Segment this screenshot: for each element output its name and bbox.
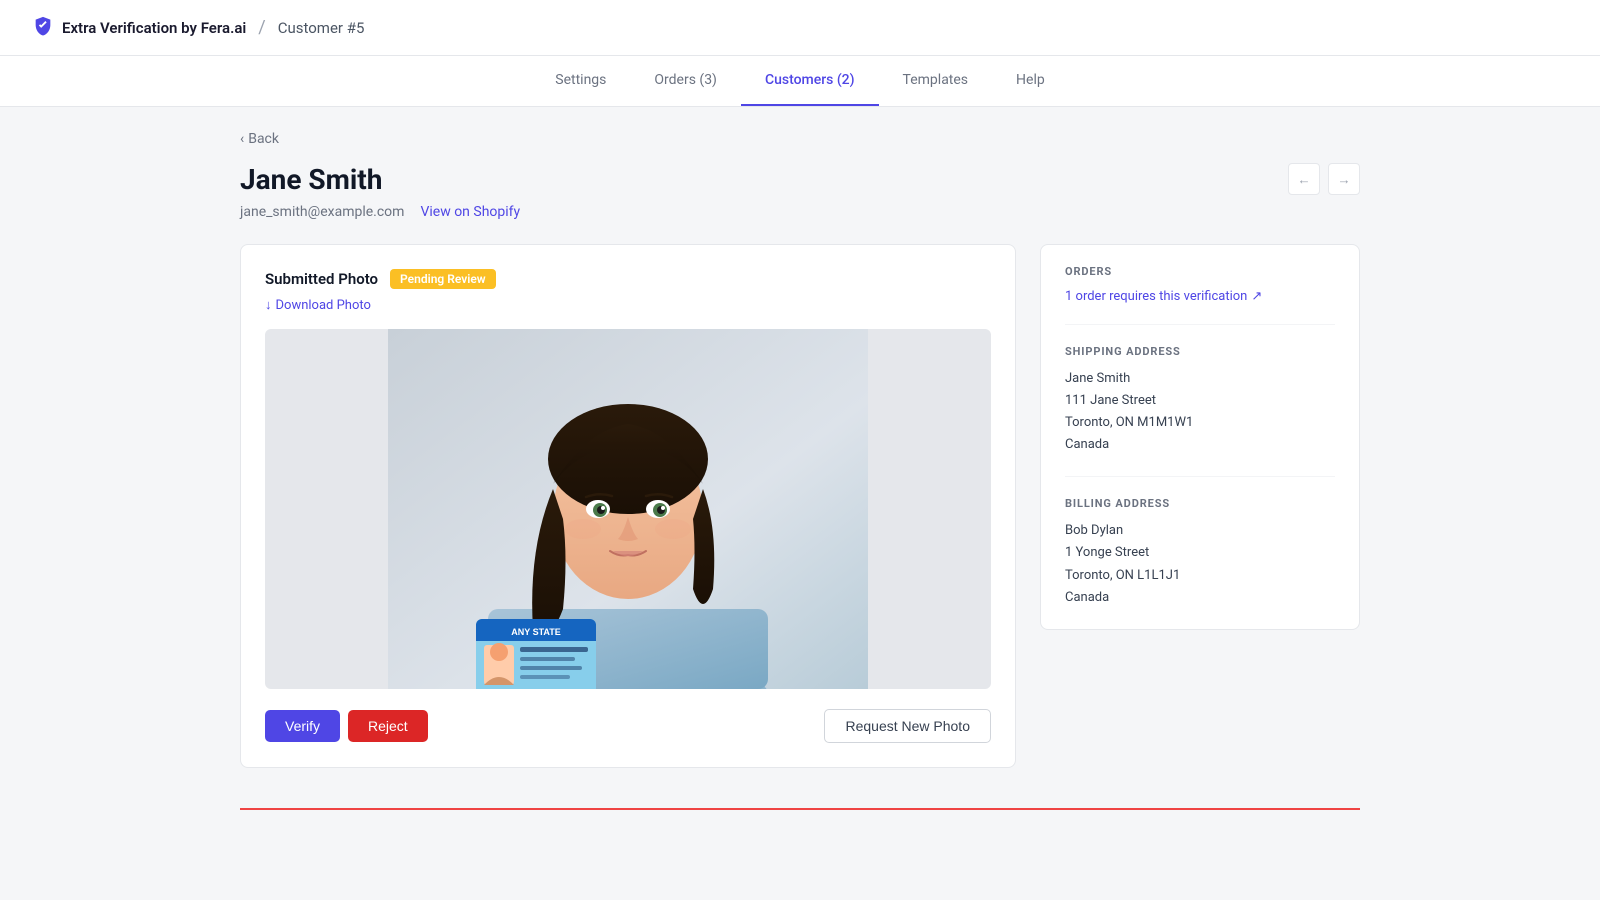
billing-name: Bob Dylan [1065,520,1335,542]
view-shopify-link[interactable]: View on Shopify [420,204,520,220]
shield-icon [32,15,54,41]
customer-name: Jane Smith [240,163,382,196]
back-link[interactable]: ‹ Back [240,131,279,147]
billing-title: BILLING ADDRESS [1065,497,1335,510]
main-content: ‹ Back Jane Smith ← → jane_smith@example… [200,107,1400,834]
next-customer-button[interactable]: → [1328,163,1360,195]
download-label: Download Photo [276,298,371,313]
shipping-section: SHIPPING ADDRESS Jane Smith 111 Jane Str… [1065,324,1335,456]
breadcrumb-divider: / [258,17,265,38]
prev-customer-button[interactable]: ← [1288,163,1320,195]
orders-section-title: ORDERS [1065,265,1335,278]
action-buttons: Verify Reject [265,710,428,742]
main-nav: Settings Orders (3) Customers (2) Templa… [0,56,1600,107]
page-header: Jane Smith ← → [240,163,1360,196]
request-new-photo-button[interactable]: Request New Photo [824,709,991,743]
photo-image: ANY STATE JANE SAMPLE [265,329,991,689]
topbar: Extra Verification by Fera.ai / Customer… [0,0,1600,56]
orders-link[interactable]: 1 order requires this verification ↗ [1065,289,1262,304]
verify-button[interactable]: Verify [265,710,340,742]
shipping-city: Toronto, ON M1M1W1 [1065,412,1335,434]
info-card: ORDERS 1 order requires this verificatio… [1040,244,1360,630]
page-footer [240,808,1360,810]
billing-street: 1 Yonge Street [1065,542,1335,564]
photo-header: Submitted Photo Pending Review [265,269,991,289]
brand-label: Extra Verification by Fera.ai [62,19,246,37]
photo-card: Submitted Photo Pending Review ↓ Downloa… [240,244,1016,768]
back-chevron-icon: ‹ [240,131,244,147]
pagination-arrows: ← → [1288,163,1360,195]
customer-name-section: Jane Smith [240,163,382,196]
billing-section: BILLING ADDRESS Bob Dylan 1 Yonge Street… [1065,476,1335,608]
billing-address: Bob Dylan 1 Yonge Street Toronto, ON L1L… [1065,520,1335,608]
shipping-title: SHIPPING ADDRESS [1065,345,1335,358]
customer-email: jane_smith@example.com [240,204,404,220]
billing-city: Toronto, ON L1L1J1 [1065,565,1335,587]
breadcrumb-customer: Customer #5 [278,19,365,37]
customer-meta: jane_smith@example.com View on Shopify [240,204,1360,220]
back-label: Back [248,131,279,147]
right-panel: ORDERS 1 order requires this verificatio… [1040,244,1360,630]
photo-actions: Verify Reject Request New Photo [265,709,991,743]
orders-link-text: 1 order requires this verification [1065,289,1247,304]
photo-title: Submitted Photo [265,270,378,288]
nav-help[interactable]: Help [992,56,1069,106]
orders-section: ORDERS 1 order requires this verificatio… [1065,265,1335,304]
content-grid: Submitted Photo Pending Review ↓ Downloa… [240,244,1360,768]
download-photo-link[interactable]: ↓ Download Photo [265,297,371,313]
billing-country: Canada [1065,587,1335,609]
shipping-street: 111 Jane Street [1065,390,1335,412]
shipping-address: Jane Smith 111 Jane Street Toronto, ON M… [1065,368,1335,456]
nav-settings[interactable]: Settings [531,56,630,106]
external-link-icon: ↗ [1251,289,1262,304]
shipping-name: Jane Smith [1065,368,1335,390]
shipping-country: Canada [1065,434,1335,456]
nav-customers[interactable]: Customers (2) [741,56,879,106]
brand: Extra Verification by Fera.ai [32,15,246,41]
download-icon: ↓ [265,297,272,313]
status-badge: Pending Review [390,269,496,289]
submitted-photo: ANY STATE JANE SAMPLE [265,329,991,689]
nav-templates[interactable]: Templates [879,56,993,106]
svg-text:ANY STATE: ANY STATE [511,627,561,637]
nav-orders[interactable]: Orders (3) [630,56,741,106]
reject-button[interactable]: Reject [348,710,428,742]
